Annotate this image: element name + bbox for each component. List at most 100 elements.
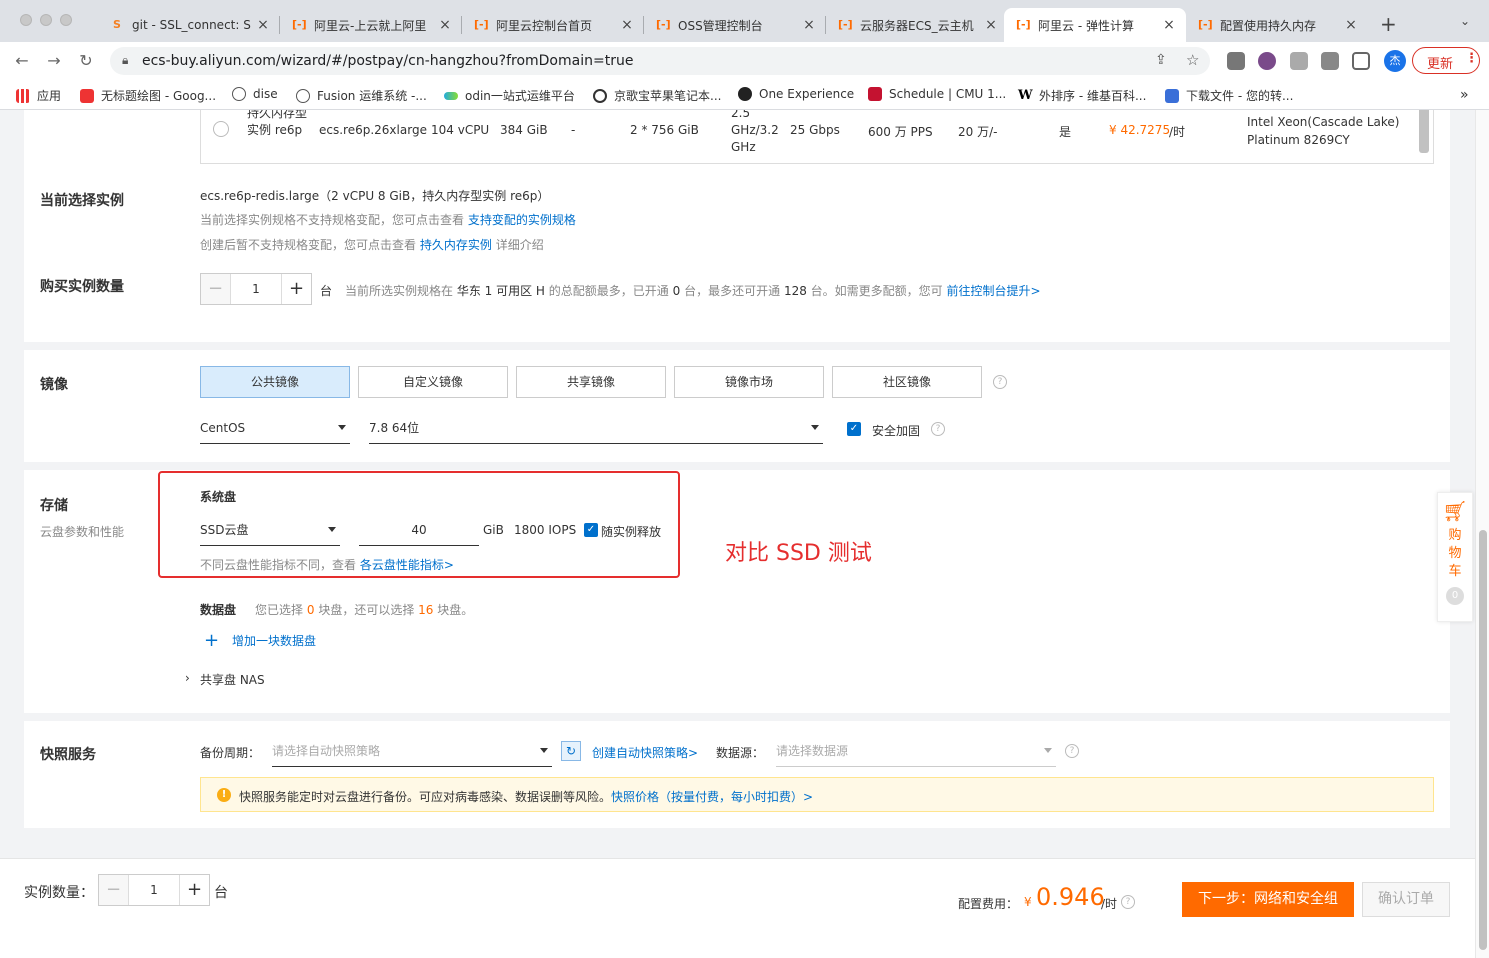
- tab-search-chevron-icon[interactable]: ⌄: [1460, 14, 1470, 28]
- extension-icon[interactable]: [1258, 52, 1276, 70]
- add-icon[interactable]: +: [204, 630, 219, 651]
- tab-public-image[interactable]: 公共镜像: [200, 366, 350, 398]
- chevron-down-icon: [338, 425, 346, 430]
- browser-tab[interactable]: [-] 阿里云-上云就上阿里 ×: [280, 8, 462, 42]
- bookmark-item[interactable]: One Experience: [738, 87, 854, 101]
- close-tab-icon[interactable]: ×: [1344, 17, 1358, 33]
- bookmark-item[interactable]: 下载文件 - 您的转...: [1165, 87, 1293, 104]
- bookmark-item[interactable]: Fusion 运维系统 -...: [296, 87, 427, 104]
- browser-tab[interactable]: [-] 配置使用持久内存 ×: [1186, 8, 1368, 42]
- profile-avatar[interactable]: 杰: [1384, 50, 1406, 72]
- scrollbar-thumb[interactable]: [1479, 530, 1487, 950]
- close-tab-icon[interactable]: ×: [1162, 17, 1176, 33]
- decrement-button[interactable]: −: [99, 875, 129, 905]
- bookmark-item[interactable]: dise: [232, 87, 278, 101]
- data-source-label: 数据源：: [716, 746, 765, 760]
- chevron-right-icon[interactable]: ›: [185, 671, 190, 685]
- security-harden-checkbox[interactable]: ✓: [847, 422, 861, 436]
- instance-table-row[interactable]: 持久内存型实例 re6p ecs.re6p.26xlarge 104 vCPU …: [200, 110, 1434, 164]
- bookmark-label: 无标题绘图 - Goog...: [101, 89, 217, 103]
- forward-icon[interactable]: →: [44, 51, 64, 71]
- footer-qty-value[interactable]: 1: [129, 875, 179, 905]
- help-icon[interactable]: ?: [1065, 744, 1079, 758]
- zoom-window-button[interactable]: [60, 14, 72, 26]
- bookmark-item[interactable]: 应用: [16, 87, 61, 104]
- close-tab-icon[interactable]: ×: [256, 17, 270, 33]
- opened-count: 0: [672, 284, 681, 298]
- browser-tab[interactable]: [-] 阿里云控制台首页 ×: [462, 8, 644, 42]
- next-step-button[interactable]: 下一步：网络和安全组: [1182, 882, 1354, 917]
- puzzle-icon[interactable]: [1321, 52, 1339, 70]
- page-scrollbar[interactable]: [1475, 110, 1489, 958]
- shopping-cart[interactable]: 🛒︎ 购物车 0: [1437, 492, 1473, 622]
- cost-label: 配置费用：: [958, 897, 1019, 911]
- add-data-disk-button[interactable]: 增加一块数据盘: [232, 632, 316, 649]
- tab-image-market[interactable]: 镜像市场: [674, 366, 824, 398]
- table-scrollbar[interactable]: [1419, 110, 1429, 153]
- quantity-value[interactable]: 1: [231, 274, 281, 304]
- bookmark-item[interactable]: Schedule | CMU 1...: [868, 87, 1006, 101]
- os-select[interactable]: CentOS: [200, 412, 350, 444]
- data-source-select[interactable]: 请选择数据源: [776, 735, 1056, 767]
- bookmark-star-icon[interactable]: ☆: [1186, 51, 1199, 69]
- close-tab-icon[interactable]: ×: [802, 17, 816, 33]
- bookmark-item[interactable]: 无标题绘图 - Goog...: [80, 87, 216, 104]
- nas-toggle[interactable]: 共享盘 NAS: [200, 671, 265, 688]
- bookmarks-bar: 应用 无标题绘图 - Goog... dise Fusion 运维系统 -...…: [0, 80, 1489, 110]
- extension-icon[interactable]: [1227, 52, 1245, 70]
- aliyun-icon: [-]: [292, 18, 307, 31]
- security-harden-label: 安全加固: [872, 424, 921, 438]
- minimize-window-button[interactable]: [40, 14, 52, 26]
- address-bar[interactable]: 🔒︎ ecs-buy.aliyun.com/wizard/#/postpay/c…: [110, 47, 1210, 75]
- confirm-order-button[interactable]: 确认订单: [1362, 882, 1450, 917]
- update-button[interactable]: 更新 ⋮: [1412, 47, 1480, 74]
- bookmark-item[interactable]: 京歌宝苹果笔记本...: [593, 87, 721, 104]
- data-disk-note: 块盘。: [437, 603, 474, 617]
- aliyun-icon: [-]: [838, 18, 853, 31]
- tab-shared-image[interactable]: 共享镜像: [516, 366, 666, 398]
- refresh-icon[interactable]: ↻: [561, 741, 581, 761]
- close-tab-icon[interactable]: ×: [620, 17, 634, 33]
- bookmark-label: Fusion 运维系统 -...: [317, 89, 427, 103]
- bookmarks-overflow[interactable]: »: [1460, 87, 1469, 103]
- changeable-specs-link[interactable]: 支持变配的实例规格: [468, 213, 576, 227]
- browser-tab-active[interactable]: [-] 阿里云 - 弹性计算 ×: [1004, 8, 1186, 42]
- increment-button[interactable]: +: [179, 875, 209, 905]
- create-snapshot-policy-link[interactable]: 创建自动快照策略>: [592, 744, 698, 761]
- close-tab-icon[interactable]: ×: [438, 17, 452, 33]
- cart-label: 购物车: [1448, 528, 1462, 579]
- share-icon[interactable]: ⇪: [1155, 52, 1167, 68]
- back-icon[interactable]: ←: [12, 51, 32, 71]
- tab-custom-image[interactable]: 自定义镜像: [358, 366, 508, 398]
- raise-quota-link[interactable]: 前往控制台提升>: [947, 284, 1041, 298]
- pmem-instance-link[interactable]: 持久内存实例: [420, 238, 492, 252]
- help-icon[interactable]: ?: [931, 422, 945, 436]
- bookmark-label: odin一站式运维平台: [465, 89, 575, 103]
- extension-icon[interactable]: [1290, 52, 1308, 70]
- one-experience-icon: [738, 87, 752, 101]
- new-tab-icon[interactable]: +: [1380, 12, 1397, 36]
- instance-bandwidth: 25 Gbps: [790, 123, 840, 137]
- snapshot-price-link[interactable]: 快照价格（按量付费，每小时扣费）>: [611, 790, 813, 804]
- close-tab-icon[interactable]: ×: [984, 17, 998, 33]
- help-icon[interactable]: ?: [993, 375, 1007, 389]
- tab-community-image[interactable]: 社区镜像: [832, 366, 982, 398]
- increment-button[interactable]: +: [281, 274, 311, 304]
- help-icon[interactable]: ?: [1121, 895, 1135, 909]
- browser-tab[interactable]: S git - SSL_connect: S ×: [98, 8, 280, 42]
- os-version-select[interactable]: 7.8 64位: [369, 412, 823, 444]
- quota-note: 台，最多还可开通: [684, 284, 781, 298]
- decrement-button[interactable]: −: [201, 274, 231, 304]
- reload-icon[interactable]: ↻: [76, 51, 96, 71]
- chevron-down-icon: [811, 425, 819, 430]
- bookmark-item[interactable]: odin一站式运维平台: [444, 87, 575, 104]
- instance-radio[interactable]: [213, 121, 229, 137]
- browser-tab[interactable]: [-] OSS管理控制台 ×: [644, 8, 826, 42]
- quantity-stepper[interactable]: − 1 +: [200, 273, 312, 305]
- close-window-button[interactable]: [20, 14, 32, 26]
- browser-tab[interactable]: [-] 云服务器ECS_云主机 ×: [826, 8, 1008, 42]
- sidepanel-icon[interactable]: [1352, 52, 1370, 70]
- footer-quantity-stepper[interactable]: − 1 +: [98, 874, 210, 906]
- snapshot-policy-select[interactable]: 请选择自动快照策略: [272, 735, 552, 767]
- bookmark-item[interactable]: W 外排序 - 维基百科...: [1018, 87, 1146, 104]
